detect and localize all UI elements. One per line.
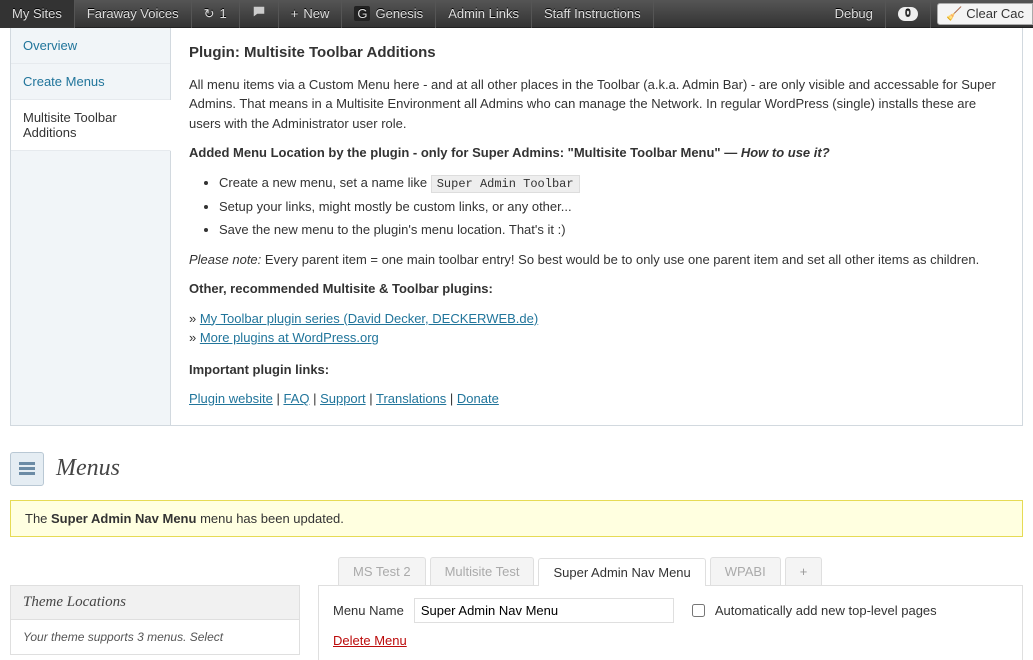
admin-bar: My Sites Faraway Voices ↻ 1 + New G Gene…	[0, 0, 1033, 28]
ab-genesis-label: Genesis	[375, 6, 423, 21]
help-tab-overview[interactable]: Overview	[11, 28, 170, 64]
columns: Theme Locations Your theme supports 3 me…	[0, 557, 1033, 660]
notice-suffix: menu has been updated.	[196, 511, 343, 526]
help-title: Plugin: Multisite Toolbar Additions	[189, 42, 1004, 65]
tab-multisite-test[interactable]: Multisite Test	[430, 557, 535, 585]
ab-admin-links[interactable]: Admin Links	[436, 0, 532, 28]
ab-debug-badge[interactable]: 0	[886, 0, 931, 28]
step1-prefix: Create a new menu, set a name like	[219, 175, 431, 190]
updated-notice: The Super Admin Nav Menu menu has been u…	[10, 500, 1023, 537]
help-important-links: Plugin website | FAQ | Support | Transla…	[189, 389, 1004, 409]
help-added-location: Added Menu Location by the plugin - only…	[189, 143, 1004, 163]
help-content: Plugin: Multisite Toolbar Additions All …	[171, 28, 1022, 425]
theme-locations-header: Theme Locations	[10, 585, 300, 620]
clear-cache-label: Clear Cac	[966, 6, 1024, 21]
menu-name-row: Menu Name Automatically add new top-leve…	[333, 598, 1008, 623]
page-title: Menus	[56, 455, 120, 482]
menus-icon	[10, 452, 44, 486]
help-important-heading: Important plugin links:	[189, 360, 1004, 380]
debug-count-badge: 0	[898, 7, 918, 21]
ab-new[interactable]: + New	[279, 0, 343, 28]
col-left: Theme Locations Your theme supports 3 me…	[10, 557, 300, 660]
delete-menu-link[interactable]: Delete Menu	[333, 633, 407, 648]
step1-code: Super Admin Toolbar	[431, 175, 580, 193]
help-panel: Overview Create Menus Multisite Toolbar …	[10, 28, 1023, 426]
menu-tabs: MS Test 2 Multisite Test Super Admin Nav…	[318, 557, 1023, 585]
auto-add-checkbox[interactable]	[692, 604, 705, 617]
auto-add-label: Automatically add new top-level pages	[715, 603, 937, 618]
tab-add-menu[interactable]: +	[785, 557, 823, 585]
help-link-more: » More plugins at WordPress.org	[189, 328, 1004, 348]
ab-clear-cache-button[interactable]: 🧹 Clear Cac	[937, 3, 1033, 25]
added-location-em: How to use it?	[741, 145, 830, 160]
tab-wpabi[interactable]: WPABI	[710, 557, 781, 585]
link-faq[interactable]: FAQ	[283, 391, 309, 406]
theme-locations-body: Your theme supports 3 menus. Select	[10, 620, 300, 655]
broom-icon: 🧹	[946, 6, 962, 22]
col-right: MS Test 2 Multisite Test Super Admin Nav…	[318, 557, 1023, 660]
help-tabs: Overview Create Menus Multisite Toolbar …	[11, 28, 171, 425]
help-link-series: » My Toolbar plugin series (David Decker…	[189, 309, 1004, 329]
ab-debug[interactable]: Debug	[823, 0, 886, 28]
ab-my-sites[interactable]: My Sites	[0, 0, 75, 28]
menu-name-label: Menu Name	[333, 603, 404, 618]
page-heading: Menus	[0, 444, 1033, 500]
notice-menu-name: Super Admin Nav Menu	[51, 511, 196, 526]
help-steps-list: Create a new menu, set a name like Super…	[219, 173, 1004, 240]
added-location-strong: Added Menu Location by the plugin - only…	[189, 145, 741, 160]
help-tab-create-menus[interactable]: Create Menus	[11, 64, 170, 100]
help-step-2: Setup your links, might mostly be custom…	[219, 197, 1004, 217]
tab-ms-test-2[interactable]: MS Test 2	[338, 557, 426, 585]
note-em: Please note:	[189, 252, 261, 267]
notice-prefix: The	[25, 511, 51, 526]
refresh-icon: ↻	[204, 6, 215, 22]
menu-name-input[interactable]	[414, 598, 674, 623]
tab-super-admin-nav-menu[interactable]: Super Admin Nav Menu	[538, 558, 705, 586]
plus-icon: +	[291, 6, 299, 21]
ab-site-name[interactable]: Faraway Voices	[75, 0, 192, 28]
help-other-heading: Other, recommended Multisite & Toolbar p…	[189, 279, 1004, 299]
help-step-1: Create a new menu, set a name like Super…	[219, 173, 1004, 193]
ab-new-label: New	[303, 6, 329, 21]
link-support[interactable]: Support	[320, 391, 366, 406]
comment-icon	[252, 5, 266, 22]
link-more-plugins[interactable]: More plugins at WordPress.org	[200, 330, 379, 345]
help-step-3: Save the new menu to the plugin's menu l…	[219, 220, 1004, 240]
help-note: Please note: Every parent item = one mai…	[189, 250, 1004, 270]
ab-genesis[interactable]: G Genesis	[342, 0, 436, 28]
ab-updates[interactable]: ↻ 1	[192, 0, 240, 28]
link-donate[interactable]: Donate	[457, 391, 499, 406]
link-toolbar-series[interactable]: My Toolbar plugin series (David Decker, …	[200, 311, 538, 326]
ab-staff-instructions[interactable]: Staff Instructions	[532, 0, 654, 28]
ab-updates-count: 1	[220, 6, 227, 21]
ab-comments[interactable]	[240, 0, 279, 28]
link-translations[interactable]: Translations	[376, 391, 446, 406]
help-intro: All menu items via a Custom Menu here - …	[189, 75, 1004, 134]
genesis-icon: G	[354, 6, 370, 21]
help-tab-multisite-toolbar[interactable]: Multisite Toolbar Additions	[11, 100, 171, 151]
link-plugin-website[interactable]: Plugin website	[189, 391, 273, 406]
note-rest: Every parent item = one main toolbar ent…	[261, 252, 979, 267]
